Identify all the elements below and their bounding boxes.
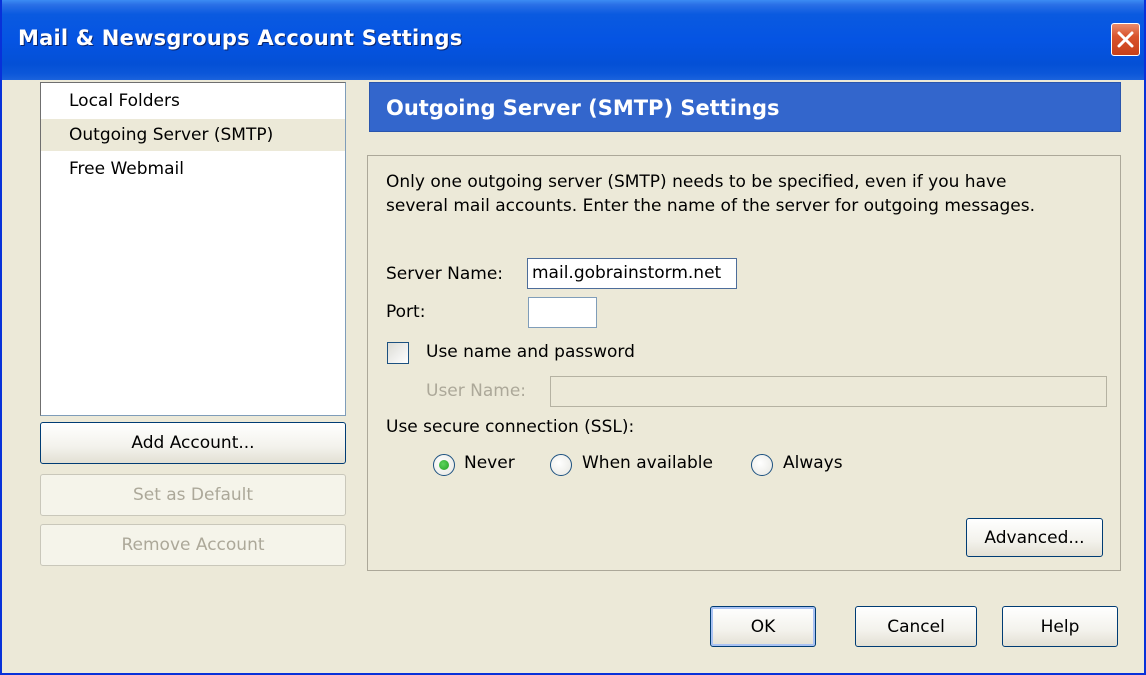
account-item-outgoing-server[interactable]: Outgoing Server (SMTP) [41,119,345,151]
ssl-when-available-label[interactable]: When available [582,453,713,473]
cancel-button[interactable]: Cancel [855,606,977,647]
account-item-local-folders[interactable]: Local Folders [41,85,345,117]
ok-button[interactable]: OK [710,606,816,647]
smtp-description: Only one outgoing server (SMTP) needs to… [386,170,1106,218]
user-name-label: User Name: [426,381,527,401]
set-as-default-button[interactable]: Set as Default [40,474,346,516]
use-name-password-label[interactable]: Use name and password [426,342,635,362]
ssl-always-label[interactable]: Always [783,453,843,473]
window-title: Mail & Newsgroups Account Settings [18,26,463,50]
remove-account-button[interactable]: Remove Account [40,524,346,566]
set-as-default-label: Set as Default [132,485,254,505]
help-button[interactable]: Help [1002,606,1118,647]
user-name-input[interactable] [550,376,1107,407]
server-name-label: Server Name: [386,264,504,284]
ssl-never-label[interactable]: Never [464,453,515,473]
port-label: Port: [386,302,426,322]
advanced-button[interactable]: Advanced... [966,518,1103,557]
account-list[interactable]: Local Folders Outgoing Server (SMTP) Fre… [40,82,346,416]
account-settings-dialog: Mail & Newsgroups Account Settings Local… [0,0,1146,675]
ssl-always-radio[interactable] [751,454,773,476]
account-item-label: Local Folders [69,91,180,111]
add-account-button[interactable]: Add Account... [40,422,346,464]
advanced-label: Advanced... [984,527,1085,548]
cancel-label: Cancel [887,616,945,637]
help-label: Help [1040,616,1080,637]
use-name-password-checkbox[interactable] [387,342,409,364]
server-name-input[interactable]: mail.gobrainstorm.net [527,258,737,289]
ssl-never-radio[interactable] [433,454,455,476]
port-input[interactable] [528,297,597,328]
account-item-label: Free Webmail [69,159,184,179]
panel-header: Outgoing Server (SMTP) Settings [369,82,1121,132]
remove-account-label: Remove Account [121,535,265,555]
description-line-2: several mail accounts. Enter the name of… [386,196,1036,216]
description-line-1: Only one outgoing server (SMTP) needs to… [386,172,1007,192]
radio-selected-icon [439,460,449,470]
ssl-when-available-radio[interactable] [550,454,572,476]
title-bar[interactable]: Mail & Newsgroups Account Settings [2,0,1144,80]
account-item-free-webmail[interactable]: Free Webmail [41,153,345,185]
ssl-label: Use secure connection (SSL): [386,417,635,437]
close-button[interactable] [1111,23,1140,56]
close-icon [1117,31,1134,48]
account-item-label: Outgoing Server (SMTP) [69,125,274,145]
add-account-label: Add Account... [131,433,255,453]
ok-label: OK [750,616,776,637]
